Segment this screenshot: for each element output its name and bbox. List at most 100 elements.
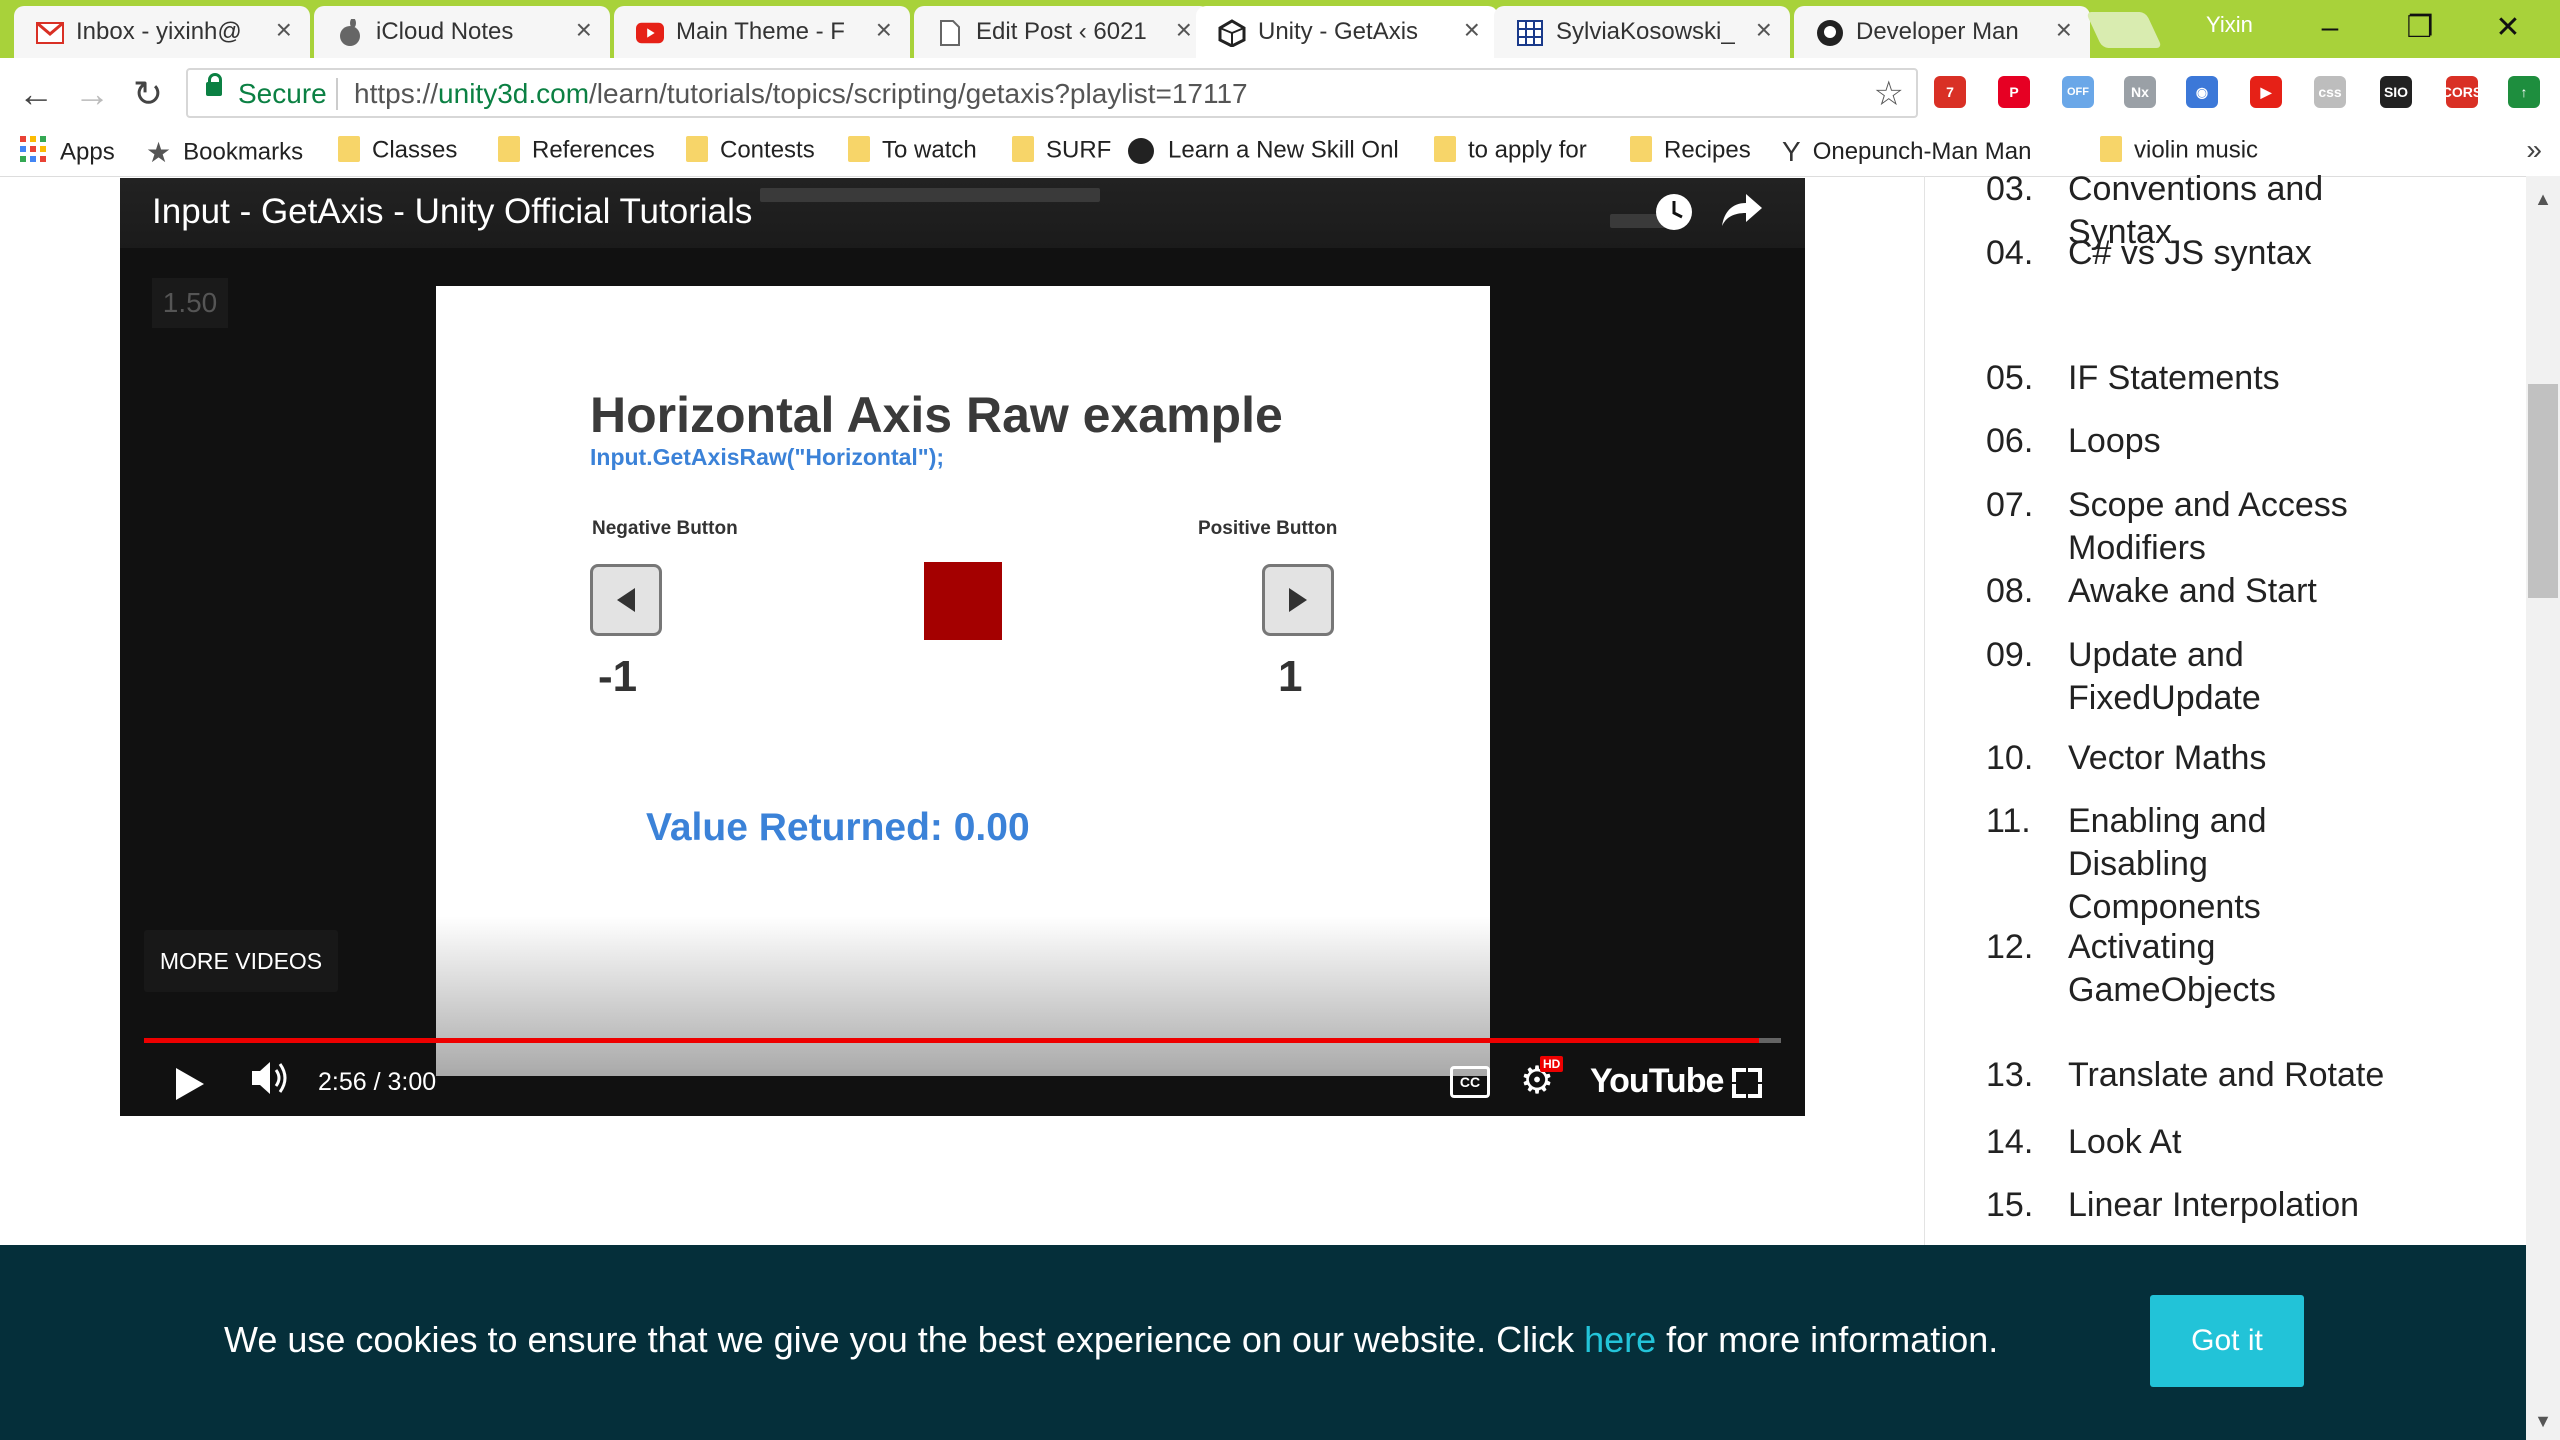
- manga-site-icon: Y: [1782, 136, 1801, 167]
- bookmark-classes[interactable]: Classes: [338, 135, 458, 168]
- close-tab-icon[interactable]: ×: [576, 14, 592, 46]
- bookmark-to-apply[interactable]: to apply for: [1434, 135, 1587, 168]
- tab-sylvia[interactable]: SylviaKosowski_ ×: [1494, 6, 1790, 58]
- got-it-button[interactable]: Got it: [2150, 1295, 2304, 1387]
- forward-arrow-icon[interactable]: →: [70, 72, 114, 116]
- tab-label: iCloud Notes: [376, 18, 514, 45]
- bookmark-star-icon[interactable]: ☆: [1874, 74, 1904, 114]
- bookmark-recipes[interactable]: Recipes: [1630, 135, 1751, 168]
- tab-gmail[interactable]: Inbox - yixinh@ ×: [14, 6, 310, 58]
- github-icon: [1816, 19, 1844, 47]
- value-returned-text: Value Returned: 0.00: [646, 806, 1030, 849]
- address-bar[interactable]: Secure https://unity3d.com/learn/tutoria…: [186, 68, 1918, 118]
- url-text[interactable]: https://unity3d.com/learn/tutorials/topi…: [354, 78, 1248, 110]
- youtube-ext-icon[interactable]: ▶: [2250, 76, 2282, 108]
- player-controls: 2:56 / 3:00 CC ⚙ HD YouTube: [120, 1048, 1805, 1116]
- url-path: /learn/tutorials/topics/scripting/getaxi…: [589, 78, 1248, 109]
- tab-main-theme[interactable]: Main Theme - F ×: [614, 6, 910, 58]
- tab-icloud-notes[interactable]: iCloud Notes ×: [314, 6, 610, 58]
- folder-icon: [1434, 135, 1456, 162]
- lesson-title: Loops: [2068, 422, 2161, 460]
- close-tab-icon[interactable]: ×: [2056, 14, 2072, 46]
- youtube-logo[interactable]: YouTube: [1590, 1062, 1724, 1101]
- closed-captions-icon[interactable]: CC: [1450, 1066, 1490, 1098]
- positive-arrow-button: [1262, 564, 1334, 636]
- lesson-number: 12.: [1986, 928, 2034, 966]
- bookmark-violin-music[interactable]: violin music: [2100, 135, 2258, 168]
- progress-bar[interactable]: [144, 1038, 1781, 1043]
- folder-icon: [1630, 135, 1652, 162]
- css-icon[interactable]: css: [2314, 76, 2346, 108]
- close-tab-icon[interactable]: ×: [1464, 14, 1480, 46]
- time-display: 2:56 / 3:00: [318, 1068, 437, 1096]
- url-scheme: https://: [354, 78, 439, 109]
- unity-icon: [1218, 19, 1246, 47]
- extension-badge-icon[interactable]: 7: [1934, 76, 1966, 108]
- bookmark-label: Learn a New Skill Onl: [1168, 136, 1399, 164]
- lesson-number: 10.: [1986, 739, 2034, 777]
- lesson-title: IF Statements: [2068, 359, 2280, 397]
- bookmark-references[interactable]: References: [498, 135, 655, 168]
- sio-icon[interactable]: SIO: [2380, 76, 2412, 108]
- cookie-text-after: for more information.: [1656, 1319, 1999, 1360]
- upload-icon[interactable]: ↑: [2508, 76, 2540, 108]
- restore-icon[interactable]: ❐: [2390, 6, 2450, 50]
- globe-icon[interactable]: ◉: [2186, 76, 2218, 108]
- tab-developer-manual[interactable]: Developer Man ×: [1794, 6, 2090, 58]
- lesson-title: Scope and Access Modifiers: [2068, 486, 2348, 567]
- minimize-icon[interactable]: –: [2300, 6, 2360, 50]
- apps-grid-icon: [20, 136, 46, 169]
- close-tab-icon[interactable]: ×: [276, 14, 292, 46]
- lesson-title: Activating GameObjects: [2068, 928, 2276, 1009]
- scroll-down-icon[interactable]: ▼: [2530, 1408, 2556, 1434]
- positive-button-label: Positive Button: [1198, 518, 1338, 539]
- star-icon: ★: [146, 137, 172, 168]
- extension-off-icon[interactable]: OFF: [2062, 76, 2094, 108]
- back-arrow-icon[interactable]: ←: [14, 72, 58, 116]
- close-tab-icon[interactable]: ×: [1176, 14, 1192, 46]
- share-icon[interactable]: [1720, 192, 1764, 236]
- bookmark-contests[interactable]: Contests: [686, 135, 815, 168]
- bookmark-surf[interactable]: SURF: [1012, 135, 1111, 168]
- video-player[interactable]: Input - GetAxis - Unity Official Tutoria…: [120, 178, 1805, 1116]
- tab-unity-getaxis[interactable]: Unity - GetAxis ×: [1196, 6, 1498, 58]
- pinterest-icon[interactable]: P: [1998, 76, 2030, 108]
- profile-name[interactable]: Yixin: [2206, 12, 2253, 38]
- video-title[interactable]: Input - GetAxis - Unity Official Tutoria…: [152, 192, 752, 232]
- bookmark-onepunch[interactable]: Y Onepunch-Man Man: [1782, 136, 2031, 168]
- cors-icon[interactable]: CORS: [2442, 76, 2482, 108]
- window-close-icon[interactable]: ✕: [2478, 6, 2538, 50]
- nx-icon[interactable]: Nx: [2124, 76, 2156, 108]
- bookmark-learn-skill[interactable]: Learn a New Skill Onl: [1128, 136, 1399, 168]
- close-tab-icon[interactable]: ×: [876, 14, 892, 46]
- bookmark-label: Classes: [372, 136, 458, 164]
- bookmark-to-watch[interactable]: To watch: [848, 135, 977, 168]
- tab-edit-post[interactable]: Edit Post ‹ 6021 ×: [914, 6, 1210, 58]
- lesson-number: 07.: [1986, 486, 2034, 524]
- lesson-title: Translate and Rotate: [2068, 1056, 2385, 1094]
- cookie-banner: We use cookies to ensure that we give yo…: [0, 1245, 2526, 1440]
- lesson-number: 03.: [1986, 170, 2034, 208]
- slide-heading: Horizontal Axis Raw example: [590, 387, 1283, 443]
- scroll-up-icon[interactable]: ▲: [2530, 186, 2556, 212]
- volume-icon[interactable]: [250, 1058, 292, 1108]
- page-scrollbar[interactable]: [2526, 176, 2560, 1440]
- scrollbar-thumb[interactable]: [2528, 384, 2558, 598]
- lesson-title: Look At: [2068, 1123, 2182, 1161]
- more-bookmarks-icon[interactable]: »: [2526, 134, 2542, 166]
- lesson-title: Awake and Start: [2068, 572, 2317, 610]
- close-tab-icon[interactable]: ×: [1756, 14, 1772, 46]
- folder-icon: [338, 135, 360, 162]
- bookmark-apps[interactable]: Apps: [20, 136, 115, 168]
- watch-later-icon[interactable]: [1652, 192, 1696, 236]
- bookmark-label: Contests: [720, 136, 815, 164]
- fullscreen-icon[interactable]: [1732, 1068, 1762, 1098]
- bookmark-bookmarks[interactable]: ★ Bookmarks: [146, 136, 303, 168]
- more-videos-button[interactable]: MORE VIDEOS: [144, 930, 338, 992]
- play-icon[interactable]: [176, 1068, 204, 1100]
- new-tab-button[interactable]: [2085, 12, 2163, 48]
- cookie-more-info-link[interactable]: here: [1584, 1319, 1656, 1360]
- reload-icon[interactable]: ↻: [126, 72, 170, 116]
- lesson-title: Linear Interpolation: [2068, 1186, 2360, 1224]
- bookmark-label: To watch: [882, 136, 977, 164]
